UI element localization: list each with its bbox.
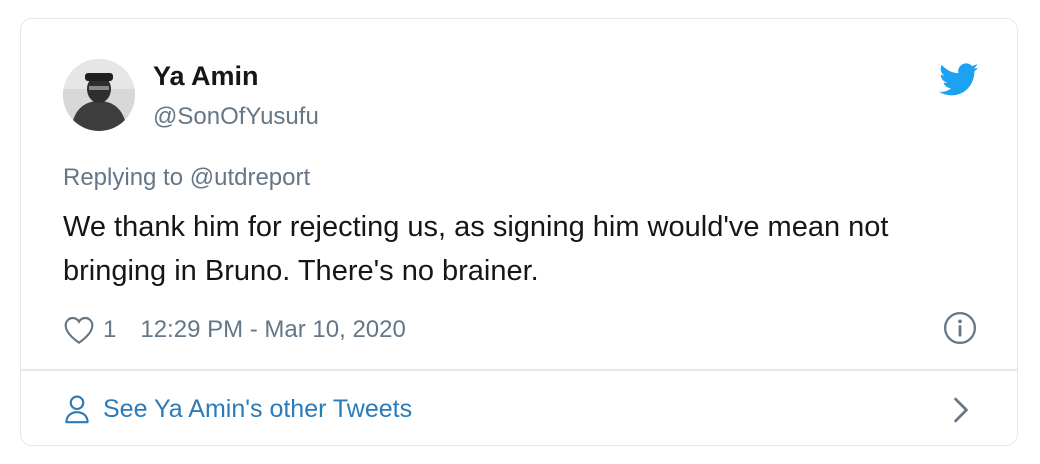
divider <box>21 369 1017 371</box>
tweet-card: Ya Amin @SonOfYusufu Replying to @utdrep… <box>20 18 1018 446</box>
heart-icon[interactable] <box>63 315 95 345</box>
replying-to[interactable]: Replying to @utdreport <box>63 164 310 192</box>
tweet-text: We thank him for rejecting us, as signin… <box>63 211 889 287</box>
author-handle[interactable]: @SonOfYusufu <box>153 103 319 131</box>
chevron-right-icon[interactable] <box>951 395 971 425</box>
twitter-bird-icon[interactable] <box>939 63 979 97</box>
like-count: 1 <box>103 316 117 343</box>
tweet-meta: 1 12:29 PM - Mar 10, 2020 <box>63 315 406 345</box>
person-icon <box>65 395 89 424</box>
info-icon[interactable] <box>943 311 977 345</box>
see-other-tweets-label[interactable]: See Ya Amin's other Tweets <box>103 395 412 424</box>
timestamp[interactable]: 12:29 PM - Mar 10, 2020 <box>140 316 405 344</box>
see-other-tweets-link[interactable]: See Ya Amin's other Tweets <box>63 391 412 427</box>
avatar[interactable] <box>63 59 135 131</box>
author-name[interactable]: Ya Amin <box>153 61 259 92</box>
